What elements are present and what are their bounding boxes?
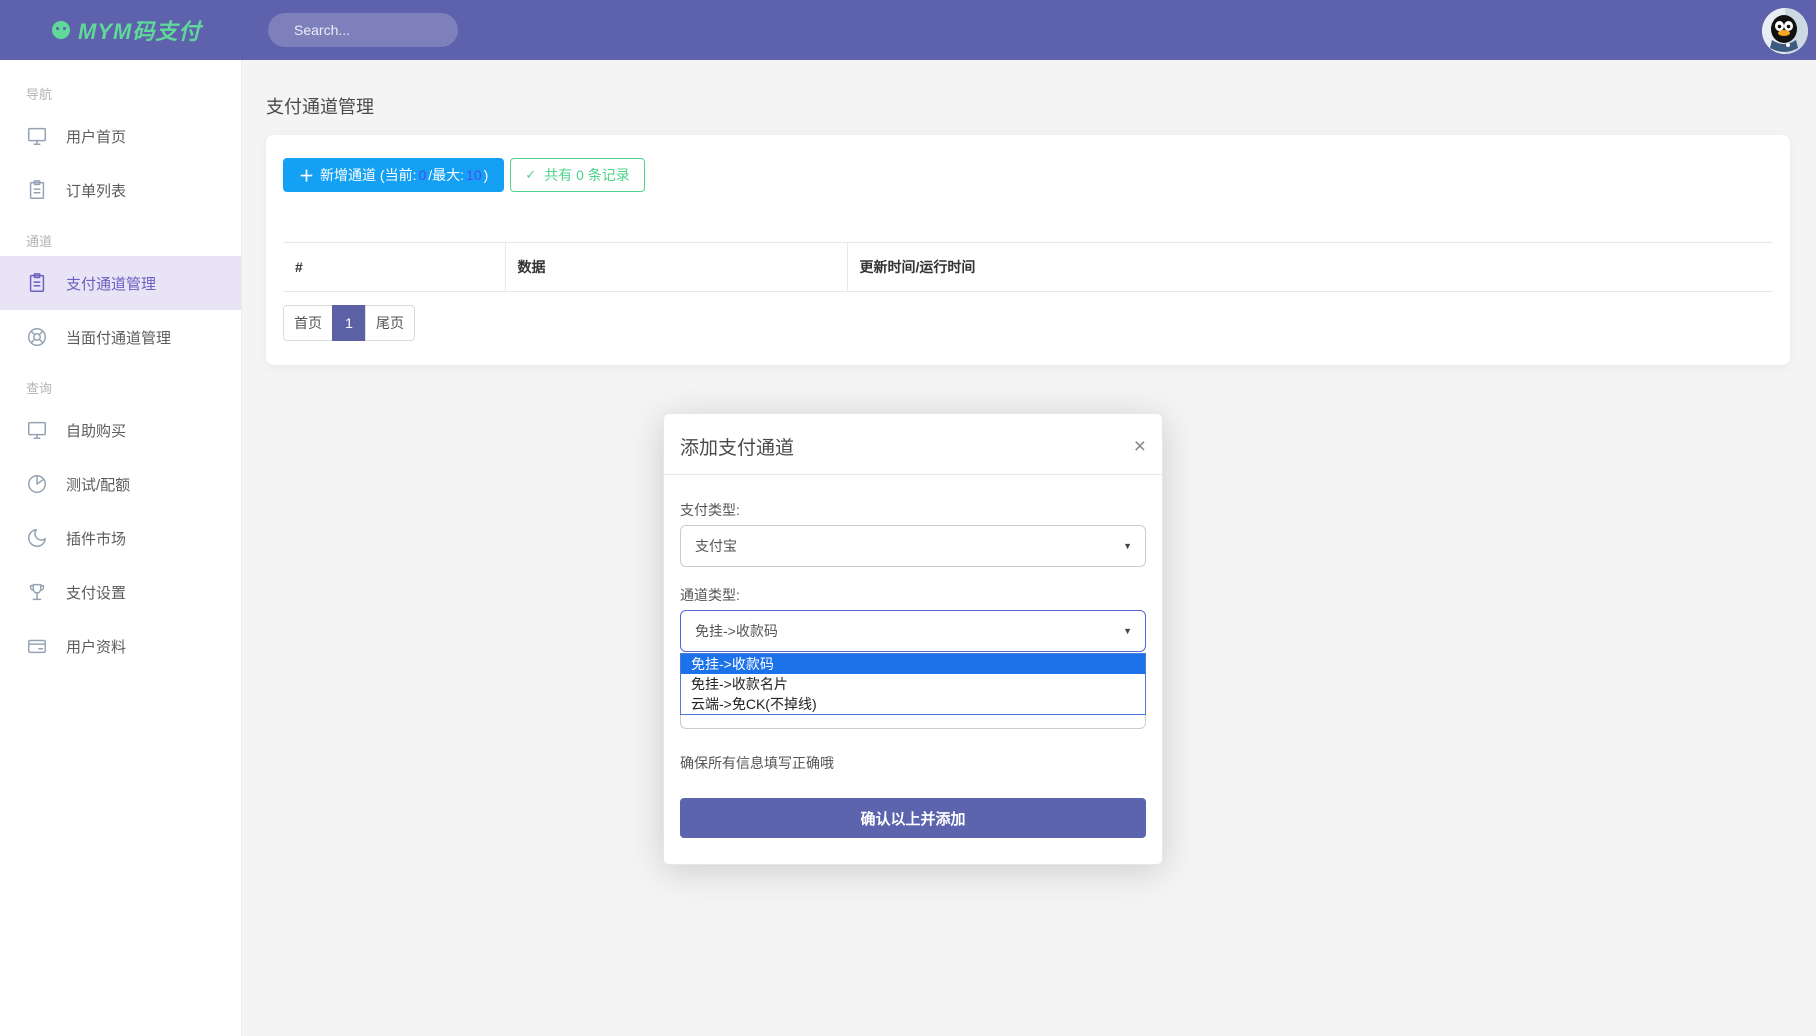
sidebar-item-user-profile[interactable]: 用户资料 bbox=[0, 619, 241, 673]
chevron-down-icon: ▼ bbox=[1123, 626, 1132, 636]
toolbar: ＋ 新增通道 (当前: 0 /最大: 10 ) ✓ 共有 0 条记录 bbox=[283, 158, 1773, 192]
sidebar-item-label: 当面付通道管理 bbox=[66, 327, 171, 348]
add-channel-button[interactable]: ＋ 新增通道 (当前: 0 /最大: 10 ) bbox=[283, 158, 504, 192]
add-channel-label-pre: 新增通道 (当前: bbox=[320, 165, 416, 185]
clipboard-icon bbox=[26, 272, 48, 294]
add-channel-label-mid: /最大: bbox=[428, 165, 464, 185]
sidebar-item-payment-settings[interactable]: 支付设置 bbox=[0, 565, 241, 619]
pay-type-value: 支付宝 bbox=[695, 536, 737, 556]
add-channel-modal: 添加支付通道 × 支付类型: 支付宝 ▼ 通道类型: 免挂->收款码 ▼ 免挂-… bbox=[663, 413, 1163, 865]
pie-chart-icon bbox=[26, 473, 48, 495]
sidebar-item-test-quota[interactable]: 测试/配额 bbox=[0, 457, 241, 511]
column-header-data: 数据 bbox=[505, 243, 847, 292]
dropdown-option[interactable]: 免挂->收款名片 bbox=[681, 674, 1145, 694]
sidebar-item-label: 用户资料 bbox=[66, 636, 126, 657]
sidebar-section-query: 查询 bbox=[0, 364, 241, 403]
sidebar-section-nav: 导航 bbox=[0, 70, 241, 109]
search-bar[interactable] bbox=[268, 13, 458, 47]
sidebar-item-self-buy[interactable]: 自助购买 bbox=[0, 403, 241, 457]
channel-type-value: 免挂->收款码 bbox=[695, 621, 778, 641]
sidebar-item-payment-channel[interactable]: 支付通道管理 bbox=[0, 256, 241, 310]
sidebar-item-label: 用户首页 bbox=[66, 126, 126, 147]
brand-logo-icon bbox=[52, 21, 70, 39]
pagination-last-button[interactable]: 尾页 bbox=[365, 305, 415, 341]
top-header: MYM码支付 bbox=[0, 0, 1816, 60]
pagination: 首页 1 尾页 bbox=[283, 305, 1773, 341]
sidebar-item-label: 插件市场 bbox=[66, 528, 126, 549]
sidebar: 导航 用户首页 订单列表 通道 支付通道管理 当面付通道管理 查询 自助购买 bbox=[0, 60, 242, 1036]
column-header-time: 更新时间/运行时间 bbox=[847, 243, 1773, 292]
channels-table: # 数据 更新时间/运行时间 bbox=[283, 242, 1773, 292]
pay-type-select[interactable]: 支付宝 ▼ bbox=[680, 525, 1146, 567]
sidebar-item-f2f-channel[interactable]: 当面付通道管理 bbox=[0, 310, 241, 364]
page-title: 支付通道管理 bbox=[242, 60, 1816, 119]
life-ring-icon bbox=[26, 326, 48, 348]
confirm-add-button[interactable]: 确认以上并添加 bbox=[680, 798, 1146, 838]
search-input[interactable] bbox=[294, 22, 475, 38]
modal-title: 添加支付通道 bbox=[680, 433, 794, 460]
data-field-wrap: 免挂->收款码 免挂->收款名片 云端->免CK(不掉线) bbox=[680, 653, 1146, 729]
dropdown-option[interactable]: 云端->免CK(不掉线) bbox=[681, 694, 1145, 714]
pagination-current-page[interactable]: 1 bbox=[332, 305, 366, 341]
trophy-icon bbox=[26, 581, 48, 603]
pagination-first-button[interactable]: 首页 bbox=[283, 305, 333, 341]
sidebar-item-label: 订单列表 bbox=[66, 180, 126, 201]
modal-body: 支付类型: 支付宝 ▼ 通道类型: 免挂->收款码 ▼ 免挂->收款码 免挂->… bbox=[664, 475, 1162, 838]
current-count: 0 bbox=[418, 167, 426, 183]
qq-penguin-avatar-icon bbox=[1762, 8, 1808, 54]
moon-icon bbox=[26, 527, 48, 549]
channel-type-select[interactable]: 免挂->收款码 ▼ bbox=[680, 610, 1146, 652]
add-channel-label-suf: ) bbox=[484, 167, 489, 183]
sidebar-item-label: 支付设置 bbox=[66, 582, 126, 603]
sidebar-item-label: 测试/配额 bbox=[66, 474, 130, 495]
channel-type-label: 通道类型: bbox=[680, 585, 1146, 605]
sidebar-item-label: 自助购买 bbox=[66, 420, 126, 441]
plus-icon: ＋ bbox=[299, 165, 314, 186]
sidebar-item-label: 支付通道管理 bbox=[66, 273, 156, 294]
sidebar-section-channel: 通道 bbox=[0, 217, 241, 256]
close-icon[interactable]: × bbox=[1134, 436, 1146, 457]
sidebar-item-plugin-market[interactable]: 插件市场 bbox=[0, 511, 241, 565]
clipboard-icon bbox=[26, 179, 48, 201]
records-count-label: 共有 0 条记录 bbox=[544, 165, 630, 185]
dropdown-option[interactable]: 免挂->收款码 bbox=[681, 654, 1145, 674]
max-count: 10 bbox=[466, 167, 482, 183]
content-card: ＋ 新增通道 (当前: 0 /最大: 10 ) ✓ 共有 0 条记录 # 数据 … bbox=[266, 135, 1790, 365]
modal-header: 添加支付通道 × bbox=[664, 414, 1162, 475]
brand-name: MYM码支付 bbox=[78, 14, 201, 46]
sidebar-item-order-list[interactable]: 订单列表 bbox=[0, 163, 241, 217]
monitor-icon bbox=[26, 125, 48, 147]
sidebar-item-user-home[interactable]: 用户首页 bbox=[0, 109, 241, 163]
column-header-index: # bbox=[283, 243, 505, 292]
check-icon: ✓ bbox=[525, 167, 536, 183]
brand[interactable]: MYM码支付 bbox=[0, 14, 242, 46]
table-header-row: # 数据 更新时间/运行时间 bbox=[283, 243, 1773, 292]
user-avatar[interactable] bbox=[1762, 8, 1808, 54]
records-count-button[interactable]: ✓ 共有 0 条记录 bbox=[510, 158, 644, 192]
chevron-down-icon: ▼ bbox=[1123, 541, 1132, 551]
monitor-icon bbox=[26, 419, 48, 441]
credit-card-icon bbox=[26, 635, 48, 657]
pay-type-label: 支付类型: bbox=[680, 500, 1146, 520]
helper-text: 确保所有信息填写正确哦 bbox=[680, 753, 1146, 773]
channel-type-dropdown: 免挂->收款码 免挂->收款名片 云端->免CK(不掉线) bbox=[680, 653, 1146, 715]
